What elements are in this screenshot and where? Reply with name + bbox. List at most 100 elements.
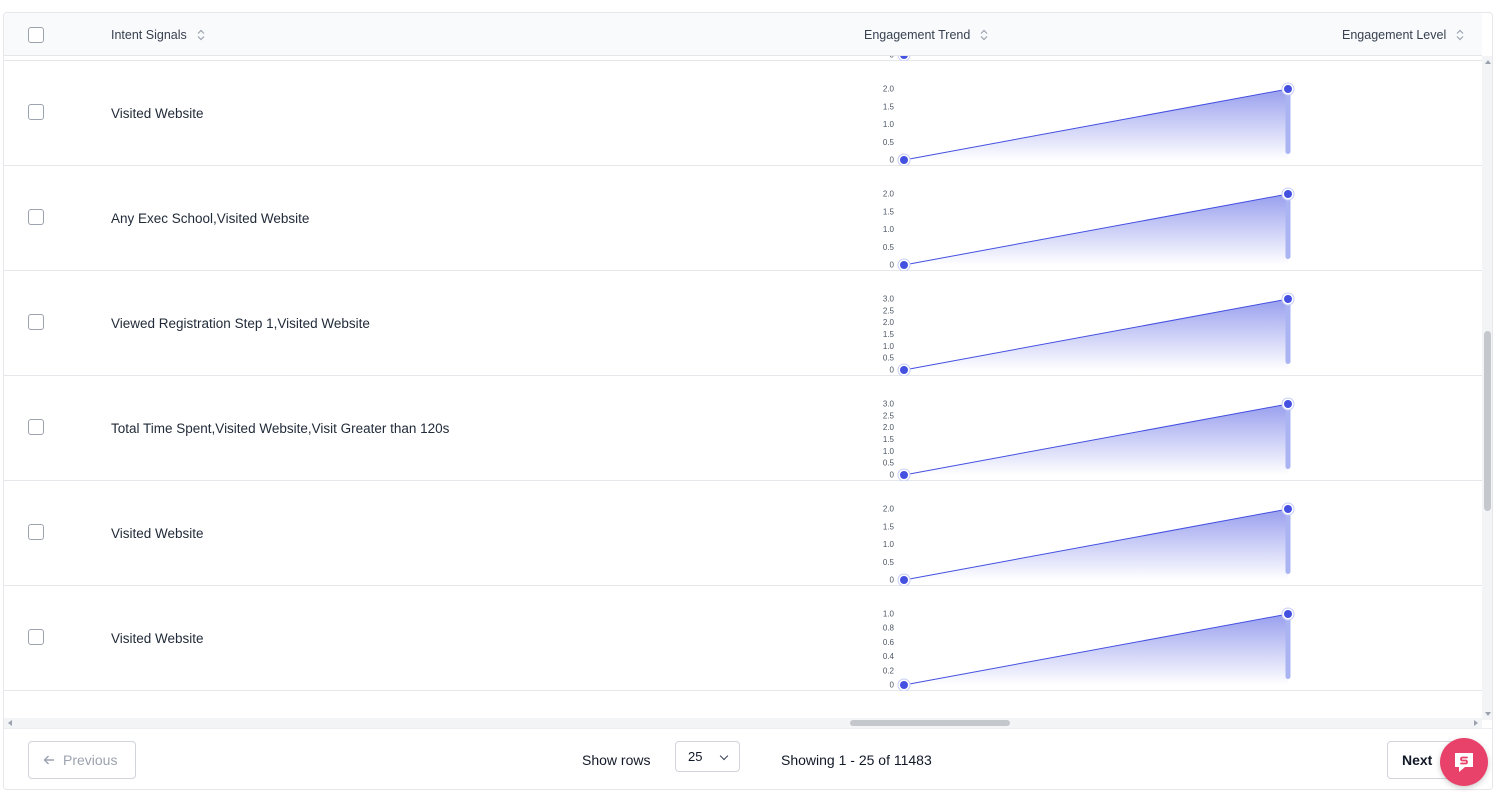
row-checkbox[interactable] xyxy=(28,314,44,330)
scroll-down-icon[interactable] xyxy=(1485,712,1491,716)
arrow-left-icon xyxy=(43,755,54,765)
previous-label: Previous xyxy=(63,752,118,768)
trend-point[interactable] xyxy=(1284,505,1292,513)
trend-point[interactable] xyxy=(900,471,908,479)
vertical-scroll-thumb[interactable] xyxy=(1484,331,1491,511)
trend-point[interactable] xyxy=(900,576,908,584)
sort-icon[interactable] xyxy=(980,29,988,41)
engagement-trend-chart: 0 0.2 0.4 0.6 0.8 1.0 xyxy=(883,607,1295,691)
y-tick-label: 1.5 xyxy=(883,207,895,216)
scroll-left-icon[interactable] xyxy=(8,720,12,726)
trend-highlight-bar xyxy=(1285,614,1291,679)
y-tick-label: 0.6 xyxy=(883,638,895,647)
y-tick-label: 0.2 xyxy=(883,666,895,675)
trend-point[interactable] xyxy=(900,366,908,374)
table-row[interactable]: Visited Website 0 0.5 1.0 1.5 2.0 xyxy=(4,61,1482,166)
trend-point[interactable] xyxy=(1284,610,1292,618)
trend-point[interactable] xyxy=(900,156,908,164)
row-checkbox[interactable] xyxy=(28,419,44,435)
scroll-up-icon[interactable] xyxy=(1485,60,1491,64)
table-row[interactable]: Visited Website 0 0.5 1.0 1.5 2.0 xyxy=(4,481,1482,586)
trend-point[interactable] xyxy=(1284,190,1292,198)
header-engagement-trend-label: Engagement Trend xyxy=(864,27,971,42)
y-tick-label: 1.0 xyxy=(883,342,895,351)
row-checkbox[interactable] xyxy=(28,104,44,120)
sort-icon[interactable] xyxy=(197,29,205,41)
chevron-down-icon xyxy=(719,751,729,761)
y-tick-label: 1.0 xyxy=(883,610,895,619)
trend-point[interactable] xyxy=(900,261,908,269)
y-tick-label: 0 xyxy=(890,576,895,585)
next-label: Next xyxy=(1402,752,1433,768)
y-tick-label: 2.0 xyxy=(883,505,895,514)
intent-signals-cell: Any Exec School,Visited Website xyxy=(111,211,310,226)
intent-signals-cell: Viewed Registration Step 1,Visited Websi… xyxy=(111,316,370,331)
y-tick-label: 0.4 xyxy=(883,652,895,661)
table-row[interactable]: Any Exec School,Visited Website 0 0.5 1.0 1.… xyxy=(4,166,1482,271)
horizontal-scroll-thumb[interactable] xyxy=(850,720,1010,726)
table-row[interactable]: Visited Website 0 0.2 0.4 0.6 0.8 1.0 xyxy=(4,586,1482,691)
header-engagement-trend[interactable]: Engagement Trend xyxy=(864,13,988,56)
engagement-trend-chart: 0 0.5 1.0 1.5 2.0 xyxy=(883,502,1295,586)
y-tick-label: 0 xyxy=(890,261,895,270)
y-tick-label: 1.0 xyxy=(883,540,895,549)
y-tick-label: 2.0 xyxy=(883,85,895,94)
y-tick-label: 0 xyxy=(890,681,895,690)
y-tick-label: 1.5 xyxy=(883,330,895,339)
trend-point[interactable] xyxy=(900,681,908,689)
intent-signals-cell: Visited Website xyxy=(111,631,204,646)
vertical-scrollbar[interactable] xyxy=(1482,56,1492,720)
scroll-right-icon[interactable] xyxy=(1474,720,1478,726)
trend-point[interactable] xyxy=(1284,400,1292,408)
engagement-trend-chart: 0 0.5 1.0 1.5 2.0 xyxy=(883,187,1295,271)
engagement-trend-chart: 0 0.5 1.0 1.5 2.0 2.5 3.0 xyxy=(883,397,1295,481)
horizontal-scrollbar[interactable] xyxy=(4,718,1482,728)
row-checkbox[interactable] xyxy=(28,209,44,225)
y-tick-label: 1.5 xyxy=(883,522,895,531)
header-engagement-level-label: Engagement Level xyxy=(1342,27,1447,42)
intent-signals-cell: Total Time Spent,Visited Website,Visit G… xyxy=(111,421,450,436)
select-all-cell xyxy=(28,13,44,56)
y-tick-label: 2.0 xyxy=(883,318,895,327)
sort-icon[interactable] xyxy=(1456,29,1464,41)
y-tick-label: 0.5 xyxy=(883,138,895,147)
y-tick-label: 2.5 xyxy=(883,306,895,315)
pagination-summary: Showing 1 - 25 of 11483 xyxy=(781,752,932,768)
header-engagement-level[interactable]: Engagement Level xyxy=(1342,13,1464,56)
y-tick-label: 2.0 xyxy=(883,190,895,199)
engagement-trend-chart: 0 0.5 1.0 1.5 2.0 xyxy=(883,82,1295,166)
data-table: Intent Signals Engagement Trend Engageme… xyxy=(3,12,1493,790)
y-tick-label: 0.5 xyxy=(883,354,895,363)
trend-highlight-bar xyxy=(1285,404,1291,469)
table-header: Intent Signals Engagement Trend Engageme… xyxy=(4,13,1482,56)
row-checkbox[interactable] xyxy=(28,524,44,540)
rows-per-page-value: 25 xyxy=(688,749,703,764)
y-tick-label: 1.0 xyxy=(883,447,895,456)
table-row[interactable]: Total Time Spent,Visited Website,Visit G… xyxy=(4,376,1482,481)
row-checkbox[interactable] xyxy=(28,629,44,645)
y-tick-label: 0.8 xyxy=(883,624,895,633)
header-intent-signals-label: Intent Signals xyxy=(111,27,187,42)
rows-per-page-select[interactable]: 25 xyxy=(675,741,740,772)
y-tick-label: 1.0 xyxy=(883,225,895,234)
engagement-trend-chart: 0 0.5 1.0 1.5 2.0 2.5 3.0 xyxy=(883,292,1295,376)
y-tick-label: 1.0 xyxy=(883,120,895,129)
y-tick-label: 0.5 xyxy=(883,459,895,468)
trend-point[interactable] xyxy=(1284,85,1292,93)
header-intent-signals[interactable]: Intent Signals xyxy=(111,13,205,56)
previous-button[interactable]: Previous xyxy=(28,741,136,779)
trend-highlight-bar xyxy=(1285,299,1291,364)
y-tick-label: 2.5 xyxy=(883,411,895,420)
trend-highlight-bar xyxy=(1285,89,1291,154)
y-tick-label: 3.0 xyxy=(883,400,895,409)
trend-point[interactable] xyxy=(1284,295,1292,303)
y-tick-label: 0.5 xyxy=(883,558,895,567)
y-tick-label: 3.0 xyxy=(883,295,895,304)
table-body: Visited Website00.20.40.60.81.0Visited W… xyxy=(4,13,1482,691)
intent-signals-cell: Visited Website xyxy=(111,106,204,121)
table-row[interactable]: Viewed Registration Step 1,Visited Websi… xyxy=(4,271,1482,376)
y-tick-label: 2.0 xyxy=(883,423,895,432)
select-all-checkbox[interactable] xyxy=(28,26,44,43)
chat-widget-button[interactable] xyxy=(1440,738,1488,786)
trend-highlight-bar xyxy=(1285,509,1291,574)
